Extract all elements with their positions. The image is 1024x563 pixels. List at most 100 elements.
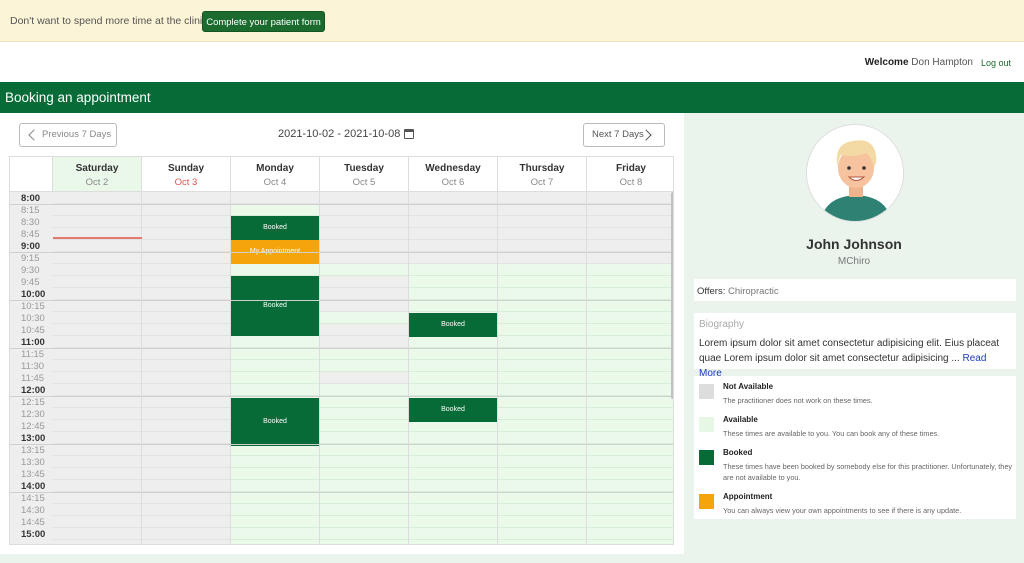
hour-line [10, 396, 673, 397]
day-date: Oct 6 [441, 177, 465, 188]
time-label: 10:30 [21, 313, 45, 324]
previous-7-days-label: Previous 7 Days [42, 129, 112, 140]
time-label: 12:30 [21, 409, 45, 420]
previous-7-days-button[interactable]: Previous 7 Days [19, 123, 117, 147]
time-label: 14:45 [21, 517, 45, 528]
time-label: 11:30 [21, 361, 45, 372]
available-slots[interactable] [320, 384, 408, 544]
title-bar: Booking an appointment [0, 82, 1024, 113]
available-slots[interactable] [320, 312, 408, 324]
booked-slot: Booked [231, 216, 319, 240]
booked-slot: Booked [409, 398, 497, 422]
legend-description: The practitioner does not work on these … [723, 396, 873, 405]
day-name: Friday [615, 163, 646, 174]
time-label: 12:15 [21, 397, 45, 408]
hour-line [10, 348, 673, 349]
day-header-sunday: Sunday Oct 3 [142, 157, 231, 192]
hour-line [10, 492, 673, 493]
biography-title: Biography [699, 319, 745, 330]
time-label: 10:15 [21, 301, 45, 312]
time-label: 8:30 [21, 217, 40, 228]
practitioner-avatar [806, 124, 904, 222]
calendar-panel: Previous 7 Days 2021-10-02 - 2021-10-08 … [0, 113, 684, 554]
logout-link[interactable]: Log out [981, 58, 1011, 68]
time-label: 12:45 [21, 421, 45, 432]
legend-title: Available [723, 415, 758, 424]
next-7-days-label: Next 7 Days [592, 129, 644, 140]
legend-description: You can always view your own appointment… [723, 506, 962, 515]
top-bar: Welcome Don Hampton Log out [0, 42, 1024, 82]
legend-description: These times are available to you. You ca… [723, 429, 940, 438]
legend-title: Not Available [723, 382, 774, 391]
time-label: 8:45 [21, 229, 40, 240]
patient-form-banner: Don't want to spend more time at the cli… [0, 0, 1024, 42]
practitioner-panel: John Johnson MChiro Offers: Chiropractic… [684, 113, 1024, 554]
day-date: Oct 5 [352, 177, 376, 188]
day-date: Oct 7 [530, 177, 554, 188]
time-label: 14:15 [21, 493, 45, 504]
hour-line [10, 204, 673, 205]
booked-slot: Booked [409, 313, 497, 337]
avatar-illustration [807, 125, 903, 221]
day-header-tuesday: Tuesday Oct 5 [320, 157, 409, 192]
day-date: Oct 2 [85, 177, 109, 188]
day-name: Tuesday [344, 163, 384, 174]
week-grid: Saturday Oct 2 Sunday Oct 3 Monday Oct 4 Tu… [9, 156, 674, 545]
next-7-days-button[interactable]: Next 7 Days [583, 123, 665, 147]
practitioner-name: John Johnson [806, 236, 902, 252]
available-swatch [699, 417, 714, 432]
scrollbar[interactable] [671, 192, 673, 399]
time-label: 11:15 [21, 349, 45, 360]
time-label: 13:45 [21, 469, 45, 480]
day-header-wednesday: Wednesday Oct 6 [409, 157, 498, 192]
time-label: 10:45 [21, 325, 45, 336]
offers-label: Offers: [697, 286, 726, 297]
calendar-icon[interactable] [404, 129, 414, 139]
available-slots[interactable] [587, 264, 673, 544]
available-slots[interactable] [498, 264, 586, 544]
practitioner-credential: MChiro [837, 256, 871, 267]
booked-slot: Booked [231, 398, 319, 446]
time-label: 14:30 [21, 505, 45, 516]
day-header-friday: Friday Oct 8 [587, 157, 673, 192]
date-range: 2021-10-02 - 2021-10-08 [278, 128, 401, 140]
time-label: 9:45 [21, 277, 40, 288]
chevron-left-icon [28, 129, 40, 141]
legend-description: These times have been booked by somebody… [723, 462, 1013, 482]
hour-line [10, 252, 673, 253]
day-date: Oct 3 [174, 177, 198, 188]
biography-card: Biography Lorem ipsum dolor sit amet con… [694, 313, 1016, 379]
offers-value: Chiropractic [727, 286, 779, 297]
legend-title: Appointment [723, 492, 773, 501]
time-label: 15:00 [21, 529, 46, 540]
not-available-swatch [699, 384, 714, 399]
complete-patient-form-button[interactable]: Complete your patient form [202, 11, 325, 32]
current-time-indicator [53, 237, 142, 239]
day-name: Thursday [519, 163, 565, 174]
day-name: Monday [256, 163, 294, 174]
time-label: 9:15 [21, 253, 40, 264]
booked-swatch [699, 450, 714, 465]
time-label: 8:15 [21, 205, 40, 216]
time-label: 11:45 [21, 373, 45, 384]
biography-body: Lorem ipsum dolor sit amet consectetur a… [699, 338, 1000, 364]
legend-card: Not Available The practitioner does not … [694, 376, 1016, 519]
available-slots[interactable] [320, 348, 408, 372]
day-name: Saturday [75, 163, 119, 174]
user-name: Don Hampton [911, 57, 973, 68]
hour-line [10, 300, 673, 301]
welcome-message: Welcome Don Hampton [865, 57, 973, 68]
day-date: Oct 8 [619, 177, 643, 188]
day-header-thursday: Thursday Oct 7 [498, 157, 587, 192]
legend-title: Booked [723, 448, 753, 457]
booked-slot: Booked [231, 276, 319, 336]
time-label: 13:30 [21, 457, 45, 468]
biography-text: Lorem ipsum dolor sit amet consectetur a… [699, 336, 1011, 381]
grid-corner [10, 157, 53, 192]
welcome-label: Welcome [864, 57, 909, 68]
time-label: 9:30 [21, 265, 40, 276]
day-header-monday: Monday Oct 4 [231, 157, 320, 192]
available-slots[interactable] [320, 264, 408, 276]
appointment-swatch [699, 494, 714, 509]
day-name: Wednesday [425, 163, 481, 174]
